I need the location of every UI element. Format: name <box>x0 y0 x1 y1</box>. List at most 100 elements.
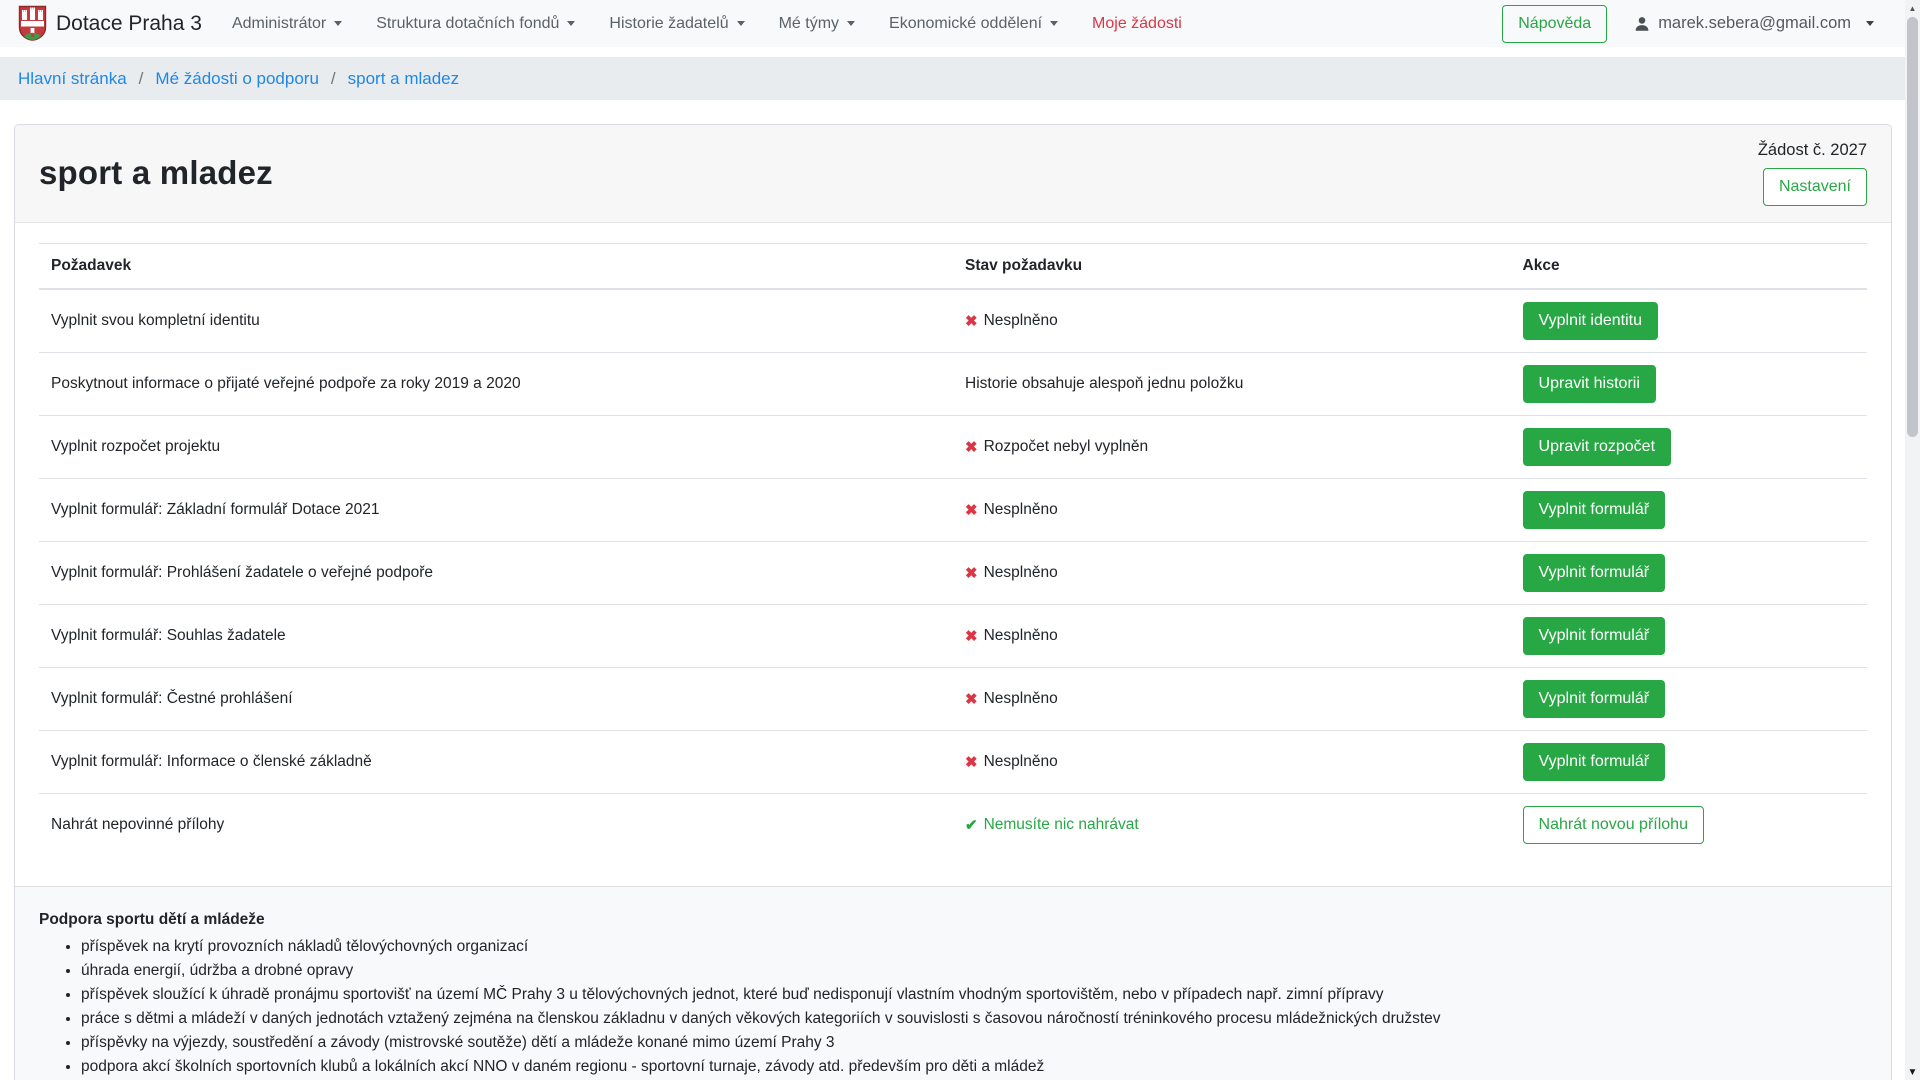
breadcrumb-separator: / <box>139 69 144 89</box>
requirements-table-body: Vyplnit svou kompletní identitu✖Nesplněn… <box>39 289 1867 856</box>
nav-item-struktura-dotacnich-fondu[interactable]: Struktura dotačních fondů <box>376 15 575 33</box>
navbar-right: Nápověda marek.sebera@gmail.com <box>1502 5 1902 43</box>
status-cell: ✔Nemusíte nic nahrávat <box>965 816 1499 834</box>
column-header-pozadavek: Požadavek <box>39 244 953 290</box>
program-description: Podpora sportu dětí a mládeže příspěvek … <box>15 886 1891 1080</box>
description-bullet: úhrada energií, údržba a drobné opravy <box>81 959 1867 983</box>
status-cell: ✖Nesplněno <box>965 312 1499 330</box>
requirement-label: Nahrát nepovinné přílohy <box>51 816 224 833</box>
table-row: Vyplnit rozpočet projektu ✖Rozpočet nebyl… <box>39 416 1867 479</box>
requirement-label: Vyplnit formulář: Prohlášení žadatele o … <box>51 564 433 581</box>
nav-item-administrator[interactable]: Administrátor <box>232 15 342 33</box>
user-icon <box>1633 15 1651 33</box>
requirement-label: Vyplnit formulář: Souhlas žadatele <box>51 627 286 644</box>
column-header-akce: Akce <box>1511 244 1867 290</box>
status-text: Historie obsahuje alespoň jednu položku <box>965 375 1243 393</box>
requirement-cell: Nahrát nepovinné přílohy <box>39 794 953 857</box>
action-button-upravit-historii[interactable]: Upravit historii <box>1523 365 1656 403</box>
card-body: PožadavekStav požadavkuAkce Vyplnit svou… <box>15 223 1891 886</box>
action-button-vyplnit-formular[interactable]: Vyplnit formulář <box>1523 491 1666 529</box>
action-button-vyplnit-formular[interactable]: Vyplnit formulář <box>1523 680 1666 718</box>
cross-icon: ✖ <box>965 503 978 518</box>
request-number: Žádost č. 2027 <box>1758 141 1867 160</box>
requirement-cell: Vyplnit rozpočet projektu <box>39 416 953 479</box>
table-row: Vyplnit formulář: Souhlas žadatele ✖Nespl… <box>39 605 1867 668</box>
settings-button[interactable]: Nastavení <box>1763 168 1867 206</box>
status-cell: Historie obsahuje alespoň jednu položku <box>965 375 1499 393</box>
requirement-label: Vyplnit svou kompletní identitu <box>51 312 260 329</box>
nav-item-label: Mé týmy <box>779 15 839 33</box>
requirements-table-head: PožadavekStav požadavkuAkce <box>39 244 1867 290</box>
nav-item-moje-zadosti[interactable]: Moje žádosti <box>1092 15 1182 33</box>
status-text: Nesplněno <box>984 690 1058 708</box>
table-row: Vyplnit formulář: Informace o členské zá… <box>39 731 1867 794</box>
requirement-label: Vyplnit formulář: Čestné prohlášení <box>51 690 293 707</box>
requirement-label: Poskytnout informace o přijaté veřejné p… <box>51 375 521 392</box>
status-cell: ✖Nesplněno <box>965 501 1499 519</box>
breadcrumb: Hlavní stránka/Mé žádosti o podporu/spor… <box>0 57 1920 100</box>
nav-item-label: Struktura dotačních fondů <box>376 15 559 33</box>
status-text: Rozpočet nebyl vyplněn <box>984 438 1149 456</box>
action-button-nahrat-novou-prilohu[interactable]: Nahrát novou přílohu <box>1523 806 1704 844</box>
status-cell-wrap: ✔Nemusíte nic nahrávat <box>953 794 1511 857</box>
scrollbar-up-icon[interactable]: ▲ <box>1905 0 1920 16</box>
status-cell: ✖Rozpočet nebyl vyplněn <box>965 438 1499 456</box>
requirement-cell: Vyplnit formulář: Prohlášení žadatele o … <box>39 542 953 605</box>
chevron-down-icon <box>567 21 575 26</box>
table-row: Vyplnit svou kompletní identitu ✖Nesplněn… <box>39 289 1867 353</box>
table-header-row: PožadavekStav požadavkuAkce <box>39 244 1867 290</box>
nav-item-me-tymy[interactable]: Mé týmy <box>779 15 855 33</box>
top-navbar: Dotace Praha 3 Administrátor Struktura do… <box>0 0 1920 47</box>
action-button-vyplnit-formular[interactable]: Vyplnit formulář <box>1523 743 1666 781</box>
chevron-down-icon <box>1866 21 1874 26</box>
status-cell-wrap: ✖Nesplněno <box>953 289 1511 353</box>
app-title: Dotace Praha 3 <box>56 12 202 36</box>
status-cell-wrap: ✖Nesplněno <box>953 479 1511 542</box>
description-bullet: příspěvek sloužící k úhradě pronájmu spo… <box>81 983 1867 1007</box>
requirement-cell: Vyplnit formulář: Informace o členské zá… <box>39 731 953 794</box>
scrollbar[interactable]: ▲ ▼ <box>1905 0 1920 1080</box>
status-text: Nemusíte nic nahrávat <box>984 816 1139 834</box>
breadcrumb-item-sport-a-mladez[interactable]: sport a mladez <box>348 69 460 89</box>
table-row: Nahrát nepovinné přílohy ✔Nemusíte nic na… <box>39 794 1867 857</box>
requirement-cell: Vyplnit formulář: Souhlas žadatele <box>39 605 953 668</box>
status-cell: ✖Nesplněno <box>965 627 1499 645</box>
table-row: Poskytnout informace o přijaté veřejné p… <box>39 353 1867 416</box>
status-cell-wrap: ✖Nesplněno <box>953 542 1511 605</box>
requirements-table: PožadavekStav požadavkuAkce Vyplnit svou… <box>39 243 1867 856</box>
nav-item-ekonomicke-oddeleni[interactable]: Ekonomické oddělení <box>889 15 1058 33</box>
chevron-down-icon <box>1050 21 1058 26</box>
action-cell: Upravit rozpočet <box>1511 416 1867 479</box>
nav-item-label: Historie žadatelů <box>609 15 728 33</box>
table-row: Vyplnit formulář: Základní formulář Dota… <box>39 479 1867 542</box>
action-cell: Vyplnit identitu <box>1511 289 1867 353</box>
nav-item-historie-zadatelu[interactable]: Historie žadatelů <box>609 15 744 33</box>
chevron-down-icon <box>334 21 342 26</box>
action-button-vyplnit-formular[interactable]: Vyplnit formulář <box>1523 554 1666 592</box>
breadcrumb-item-hlavni-stranka[interactable]: Hlavní stránka <box>18 69 127 89</box>
action-button-vyplnit-formular[interactable]: Vyplnit formulář <box>1523 617 1666 655</box>
status-cell: ✖Nesplněno <box>965 564 1499 582</box>
application-card: sport a mladez Žádost č. 2027 Nastavení … <box>14 124 1892 1080</box>
action-button-upravit-rozpocet[interactable]: Upravit rozpočet <box>1523 428 1672 466</box>
table-row: Vyplnit formulář: Čestné prohlášení ✖ Nesp… <box>39 668 1867 731</box>
app-brand[interactable]: Dotace Praha 3 <box>18 5 202 42</box>
chevron-down-icon <box>847 21 855 26</box>
cross-icon: ✖ <box>965 692 978 707</box>
breadcrumb-item-me-zadosti-o-podporu[interactable]: Mé žádosti o podporu <box>155 69 319 89</box>
status-text: Nesplněno <box>984 564 1058 582</box>
card-header-right: Žádost č. 2027 Nastavení <box>1758 139 1867 206</box>
page-title: sport a mladez <box>39 154 273 192</box>
requirement-cell: Poskytnout informace o přijaté veřejné p… <box>39 353 953 416</box>
action-button-vyplnit-identitu[interactable]: Vyplnit identitu <box>1523 302 1658 340</box>
scrollbar-down-icon[interactable]: ▼ <box>1905 1064 1920 1080</box>
description-bullet: příspěvek na krytí provozních nákladů tě… <box>81 935 1867 959</box>
description-bullet: práce s dětmi a mládeží v daných jednotá… <box>81 1007 1867 1031</box>
requirement-cell: Vyplnit formulář: Základní formulář Dota… <box>39 479 953 542</box>
user-menu[interactable]: marek.sebera@gmail.com <box>1633 14 1874 33</box>
requirement-cell: Vyplnit svou kompletní identitu <box>39 289 953 353</box>
action-cell: Nahrát novou přílohu <box>1511 794 1867 857</box>
help-button[interactable]: Nápověda <box>1502 5 1607 43</box>
status-text: Nesplněno <box>984 627 1058 645</box>
scrollbar-thumb[interactable] <box>1907 17 1918 437</box>
